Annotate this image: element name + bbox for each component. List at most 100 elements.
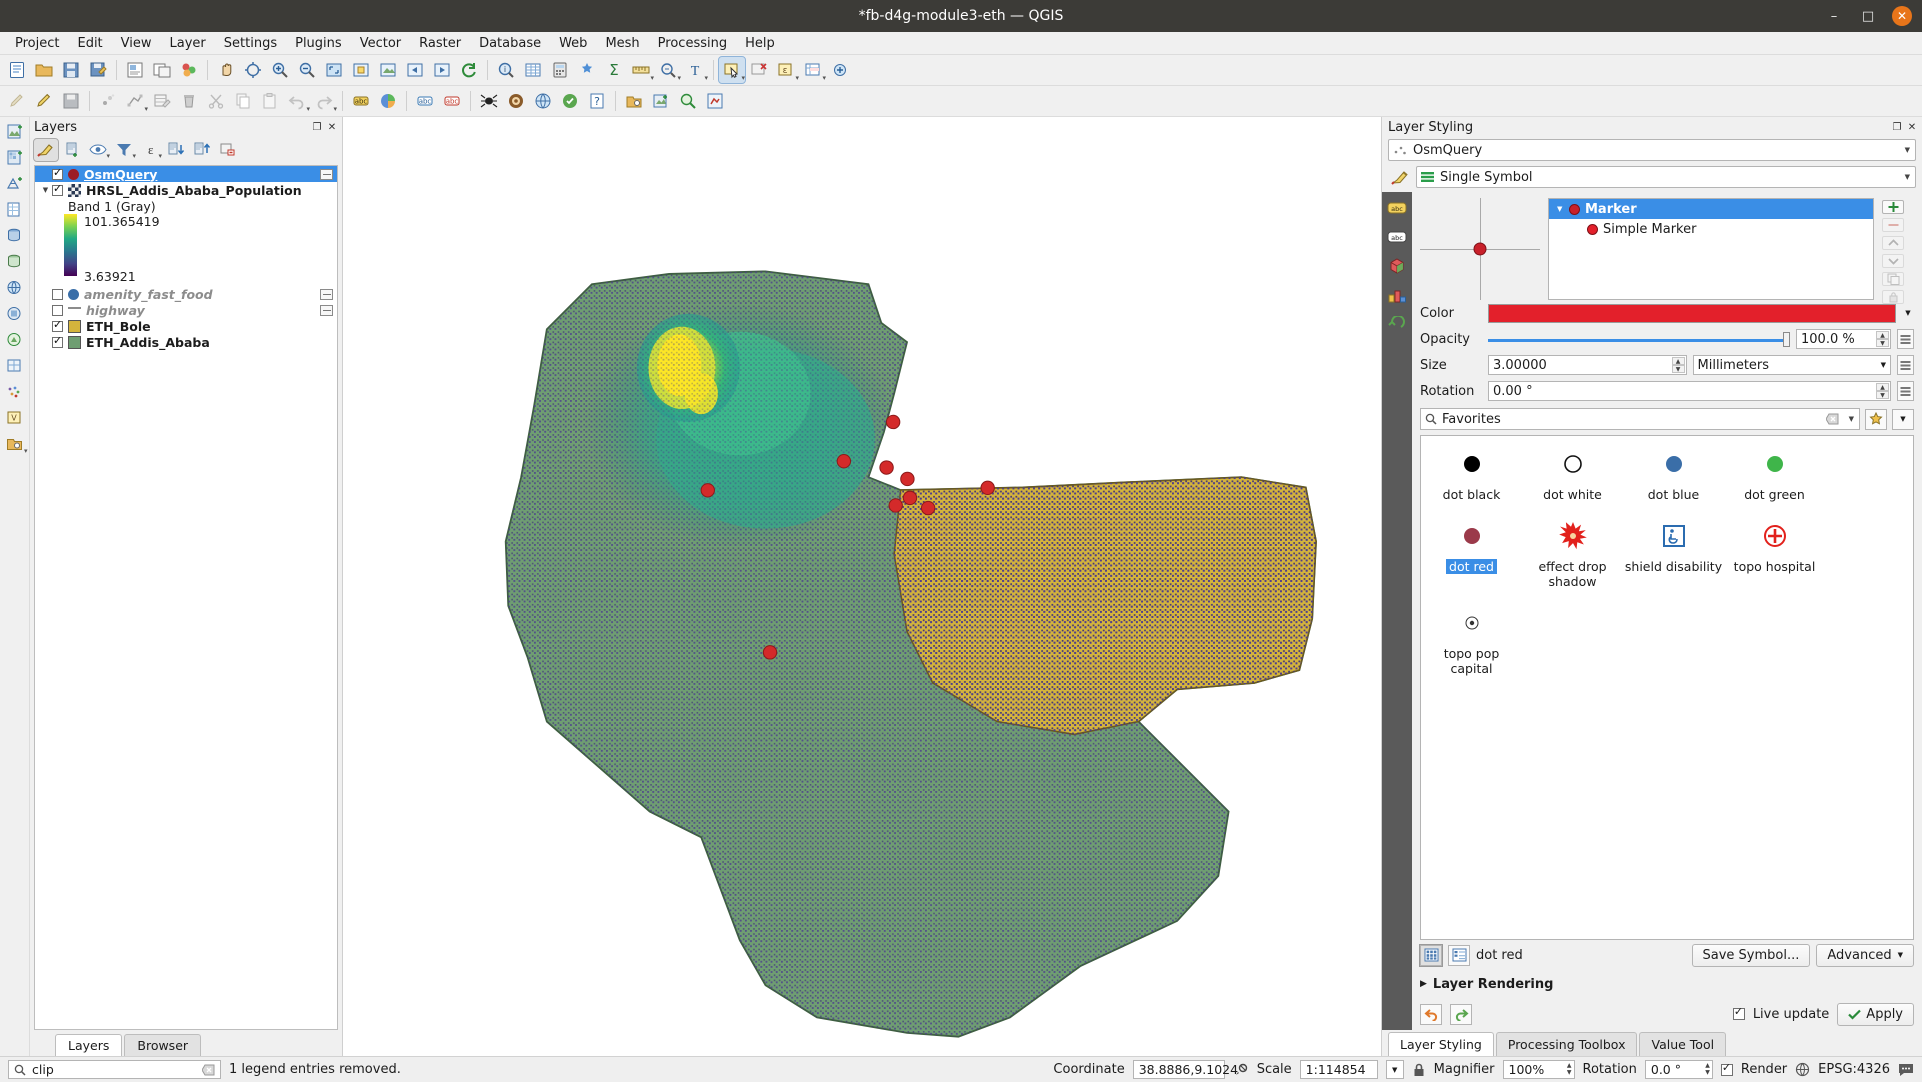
close-styling-panel-icon[interactable]: ✕ xyxy=(1906,121,1918,133)
close-button[interactable]: ✕ xyxy=(1892,6,1912,26)
osm-point-marker[interactable] xyxy=(700,483,715,498)
layer-item-eth_addis_ababa[interactable]: ETH_Addis_Ababa xyxy=(35,334,337,350)
menu-edit[interactable]: Edit xyxy=(68,34,111,53)
layout-manager-icon[interactable] xyxy=(149,57,175,83)
cut-features-icon[interactable] xyxy=(203,88,229,114)
menu-layer[interactable]: Layer xyxy=(161,34,215,53)
styling-layer-combo[interactable]: OsmQuery ▼ xyxy=(1388,139,1916,161)
panel-tab-layers[interactable]: Layers xyxy=(55,1034,123,1056)
zoom-to-selection-icon[interactable] xyxy=(348,57,374,83)
osm-point-marker[interactable] xyxy=(879,460,894,475)
clear-search-icon[interactable] xyxy=(1826,413,1839,425)
list-view-button[interactable] xyxy=(1448,944,1470,966)
coordinate-field[interactable]: 38.8886,9.1024 xyxy=(1132,1060,1238,1079)
osm-point-marker[interactable] xyxy=(836,454,852,469)
new-print-layout-icon[interactable] xyxy=(122,57,148,83)
help-contents-icon[interactable]: ? xyxy=(584,88,610,114)
add-point-feature-icon[interactable] xyxy=(95,88,121,114)
menu-settings[interactable]: Settings xyxy=(215,34,286,53)
3d-view-tab-icon[interactable] xyxy=(1386,256,1408,276)
select-value-icon[interactable]: ▾ xyxy=(800,57,826,83)
plugin-tools-icon[interactable] xyxy=(702,88,728,114)
duplicate-symbol-layer-button[interactable] xyxy=(1882,272,1904,286)
pan-map-icon[interactable] xyxy=(213,57,239,83)
layer-visibility-checkbox[interactable] xyxy=(52,318,63,332)
rotation-field[interactable]: 0.0 ° ▲ ▼ xyxy=(1644,1060,1713,1079)
layer-item-highway[interactable]: highway xyxy=(35,302,337,318)
maximize-button[interactable]: □ xyxy=(1858,6,1878,26)
copy-features-icon[interactable] xyxy=(230,88,256,114)
undock-styling-panel-icon[interactable]: ❐ xyxy=(1891,121,1903,133)
manage-layer-visibility-icon[interactable]: ▾ xyxy=(86,139,110,161)
symbol-gallery-item-dot-red[interactable]: dot red xyxy=(1421,520,1522,589)
crs-globe-icon[interactable] xyxy=(1795,1062,1810,1077)
menu-processing[interactable]: Processing xyxy=(649,34,736,53)
lock-symbol-layer-button[interactable] xyxy=(1882,290,1904,304)
map-canvas[interactable] xyxy=(343,117,1382,1056)
symbol-gallery-item-shield-disability[interactable]: shield disability xyxy=(1623,520,1724,589)
scale-dropdown-button[interactable]: ▼ xyxy=(1385,1060,1404,1079)
symbol-gallery-item-effect-drop-shadow[interactable]: effect drop shadow xyxy=(1522,520,1623,589)
metasearch-icon[interactable] xyxy=(530,88,556,114)
symbol-search-box[interactable]: Favorites ▼ xyxy=(1420,408,1860,430)
undo-style-button[interactable] xyxy=(1420,1003,1442,1025)
vertex-tool-icon[interactable]: ▾ xyxy=(122,88,148,114)
symbol-gallery-item-topo-pop-capital[interactable]: topo pop capital xyxy=(1421,607,1522,676)
zoom-in-icon[interactable] xyxy=(267,57,293,83)
layer-item-amenity_fast_food[interactable]: amenity_fast_food xyxy=(35,286,337,302)
crs-label[interactable]: EPSG:4326 xyxy=(1818,1062,1890,1077)
masks-tab-icon[interactable]: abc xyxy=(1386,227,1408,247)
opacity-slider[interactable] xyxy=(1488,330,1790,349)
symbol-gallery-item-dot-blue[interactable]: dot blue xyxy=(1623,448,1724,502)
icon-view-button[interactable] xyxy=(1419,943,1443,967)
live-update-checkbox[interactable] xyxy=(1732,1005,1745,1020)
symbol-gallery-item-dot-white[interactable]: dot white xyxy=(1522,448,1623,502)
layer-item-osmquery[interactable]: OsmQuery xyxy=(35,166,337,182)
layer-visibility-checkbox[interactable] xyxy=(52,334,63,348)
panel-tab-processing-toolbox[interactable]: Processing Toolbox xyxy=(1495,1032,1638,1056)
symbol-gallery[interactable]: dot black dot white dot blue dot green dot r… xyxy=(1420,435,1914,940)
pin-labels-icon[interactable]: abc xyxy=(439,88,465,114)
add-delimited-text-layer-icon[interactable] xyxy=(2,198,28,222)
paste-features-icon[interactable] xyxy=(257,88,283,114)
collapse-arrow-icon[interactable]: ▼ xyxy=(39,186,52,194)
new-project-icon[interactable] xyxy=(4,57,30,83)
refresh-icon[interactable] xyxy=(456,57,482,83)
opacity-value-field[interactable]: 100.0 % ▲ ▼ xyxy=(1796,329,1891,349)
save-project-icon[interactable] xyxy=(58,57,84,83)
layer-visibility-checkbox[interactable] xyxy=(52,304,63,316)
panel-tab-browser[interactable]: Browser xyxy=(124,1034,202,1056)
close-panel-icon[interactable]: ✕ xyxy=(326,121,338,133)
menu-project[interactable]: Project xyxy=(6,34,68,53)
field-calculator-icon[interactable] xyxy=(547,57,573,83)
add-to-favorites-button[interactable] xyxy=(1865,408,1887,430)
spider-plugin-icon[interactable] xyxy=(476,88,502,114)
save-layer-edits-icon[interactable] xyxy=(58,88,84,114)
symbol-list-options-button[interactable]: ▼ xyxy=(1892,408,1914,430)
new-text-annotation-icon[interactable]: T ▾ xyxy=(682,57,708,83)
labels-tab-icon[interactable]: abc xyxy=(1386,198,1408,218)
filter-legend-by-expression-icon[interactable]: ε ▾ xyxy=(138,139,162,161)
layer-edit-indicator[interactable] xyxy=(320,168,337,180)
layer-visibility-checkbox[interactable] xyxy=(52,166,63,180)
size-unit-combo[interactable]: Millimeters ▼ xyxy=(1692,355,1891,375)
osm-point-marker[interactable] xyxy=(902,490,918,506)
zoom-full-icon[interactable] xyxy=(321,57,347,83)
add-raster-layer-icon[interactable] xyxy=(2,146,28,170)
redo-style-button[interactable] xyxy=(1450,1003,1472,1025)
highlight-pinned-labels-icon[interactable]: abc xyxy=(412,88,438,114)
add-map-tip-icon[interactable] xyxy=(827,57,853,83)
open-attribute-table-icon[interactable] xyxy=(520,57,546,83)
save-project-as-icon[interactable] xyxy=(85,57,111,83)
history-tab-icon[interactable] xyxy=(1386,314,1408,334)
plugin-magnifier-icon[interactable] xyxy=(675,88,701,114)
toggle-editing-icon[interactable] xyxy=(31,88,57,114)
add-vector-layer-icon[interactable] xyxy=(2,120,28,144)
lock-scale-icon[interactable] xyxy=(1412,1062,1426,1078)
panel-tab-value-tool[interactable]: Value Tool xyxy=(1639,1032,1727,1056)
menu-database[interactable]: Database xyxy=(470,34,550,53)
color-dropdown-icon[interactable]: ▼ xyxy=(1902,309,1914,317)
color-swatch-button[interactable] xyxy=(1488,303,1896,323)
add-group-icon[interactable] xyxy=(60,139,84,161)
filter-legend-icon[interactable]: ▾ xyxy=(112,139,136,161)
